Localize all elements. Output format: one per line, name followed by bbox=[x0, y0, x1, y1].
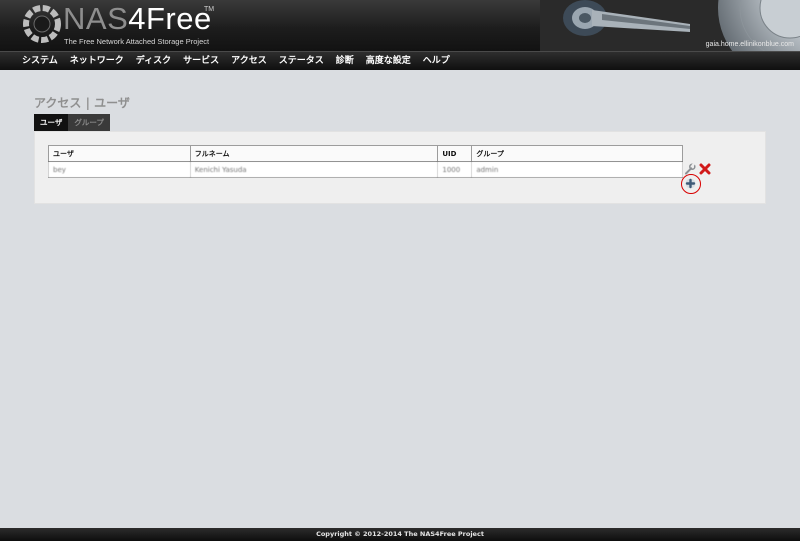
cell-group: admin bbox=[471, 161, 683, 178]
logo-nas-text: NAS bbox=[63, 1, 129, 36]
header-banner: NAS4Free TM The Free Network Attached St… bbox=[0, 0, 800, 51]
cell-uid: 1000 bbox=[437, 161, 473, 178]
users-panel: ユーザ フルネーム UID グループ bey Kenichi Yasuda 10… bbox=[34, 131, 766, 204]
menu-help[interactable]: ヘルプ bbox=[423, 52, 450, 70]
cell-fullname: Kenichi Yasuda bbox=[189, 161, 439, 178]
table-header-row: ユーザ フルネーム UID グループ bbox=[48, 145, 683, 162]
menu-system[interactable]: システム bbox=[22, 52, 58, 70]
column-header-user: ユーザ bbox=[48, 145, 191, 162]
main-menu-items: システム ネットワーク ディスク サービス アクセス ステータス 診断 高度な設… bbox=[22, 52, 462, 70]
menu-advanced[interactable]: 高度な設定 bbox=[366, 52, 411, 70]
menu-network[interactable]: ネットワーク bbox=[70, 52, 124, 70]
column-header-uid: UID bbox=[437, 145, 473, 162]
column-header-group: グループ bbox=[471, 145, 683, 162]
page-title: アクセス | ユーザ bbox=[34, 96, 130, 110]
menu-diagnostics[interactable]: 診断 bbox=[336, 52, 354, 70]
users-table: ユーザ フルネーム UID グループ bey Kenichi Yasuda 10… bbox=[48, 145, 683, 178]
logo-tagline: The Free Network Attached Storage Projec… bbox=[64, 37, 210, 46]
main-menu-bar: システム ネットワーク ディスク サービス アクセス ステータス 診断 高度な設… bbox=[0, 51, 800, 70]
hostname-label: gaia.home.ellinikonblue.com bbox=[705, 41, 794, 48]
red-x-icon[interactable] bbox=[699, 163, 711, 175]
tab-groups[interactable]: グループ bbox=[68, 114, 110, 131]
menu-disks[interactable]: ディスク bbox=[136, 52, 171, 70]
logo-4free-text: 4Free bbox=[128, 1, 212, 36]
add-user-button[interactable] bbox=[681, 174, 701, 194]
tab-bar: ユーザ グループ bbox=[34, 114, 110, 131]
plus-icon bbox=[685, 178, 696, 189]
nas4free-logo-icon bbox=[23, 5, 61, 43]
footer-bar: Copyright © 2012-2014 The NAS4Free Proje… bbox=[0, 528, 800, 541]
tab-users[interactable]: ユーザ bbox=[34, 114, 69, 131]
column-header-fullname: フルネーム bbox=[189, 145, 439, 162]
logo-trademark: TM bbox=[204, 6, 215, 13]
table-row: bey Kenichi Yasuda 1000 admin bbox=[48, 161, 683, 178]
menu-services[interactable]: サービス bbox=[183, 52, 219, 70]
menu-access[interactable]: アクセス bbox=[231, 52, 267, 70]
copyright-text: Copyright © 2012-2014 The NAS4Free Proje… bbox=[316, 530, 484, 538]
cell-user: bey bbox=[48, 161, 191, 178]
logo-wordmark: NAS4Free bbox=[63, 2, 212, 36]
menu-status[interactable]: ステータス bbox=[279, 52, 324, 70]
